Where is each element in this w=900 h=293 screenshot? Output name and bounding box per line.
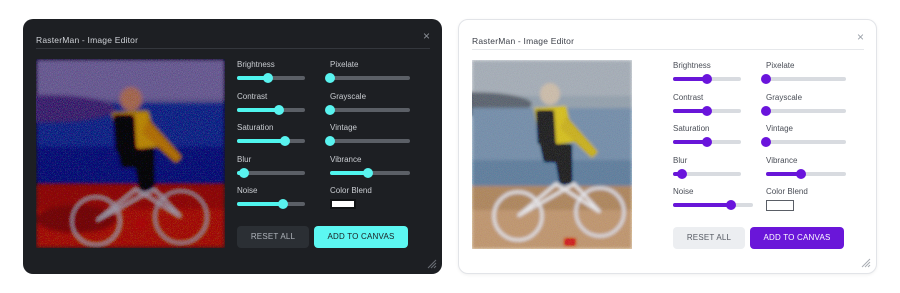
vibrance-label: Vibrance — [766, 156, 798, 165]
blur-control: Blur — [673, 156, 741, 179]
grayscale-control: Grayscale — [325, 92, 410, 115]
title-divider — [472, 49, 864, 50]
noise-label: Noise — [673, 187, 694, 196]
contrast-fill — [237, 108, 280, 112]
blur-label: Blur — [237, 155, 252, 164]
brightness-slider[interactable] — [237, 73, 305, 83]
contrast-label: Contrast — [673, 93, 704, 102]
color-blend-swatch[interactable] — [766, 200, 794, 211]
pixelate-label: Pixelate — [330, 60, 359, 69]
blur-control: Blur — [237, 155, 305, 178]
vintage-handle[interactable] — [325, 136, 335, 146]
brightness-control: Brightness — [673, 61, 741, 84]
window-title: RasterMan - Image Editor — [36, 35, 139, 45]
saturation-slider[interactable] — [237, 136, 305, 146]
pixelate-label: Pixelate — [766, 61, 795, 70]
blur-handle[interactable] — [238, 168, 249, 178]
noise-slider[interactable] — [237, 199, 305, 209]
noise-fill — [673, 203, 732, 207]
image-preview — [36, 59, 225, 248]
grayscale-slider[interactable] — [761, 106, 846, 116]
color-blend-control: Color Blend — [330, 186, 410, 209]
color-blend-label: Color Blend — [330, 186, 372, 195]
brightness-slider[interactable] — [673, 74, 741, 84]
saturation-control: Saturation — [673, 124, 741, 147]
image-editor-light: RasterMan - Image Editor × Brightness Pi… — [458, 19, 877, 274]
pixelate-handle[interactable] — [325, 73, 335, 83]
noise-label: Noise — [237, 186, 258, 195]
resize-grip-icon[interactable] — [861, 258, 871, 268]
brightness-handle[interactable] — [702, 74, 712, 84]
vibrance-slider[interactable] — [766, 169, 846, 179]
grayscale-handle[interactable] — [325, 105, 335, 115]
image-preview — [472, 60, 661, 249]
vintage-handle[interactable] — [761, 137, 771, 147]
vintage-slider[interactable] — [325, 136, 410, 146]
saturation-control: Saturation — [237, 123, 305, 146]
noise-control: Noise — [673, 187, 753, 210]
vibrance-handle[interactable] — [796, 169, 807, 179]
add-to-canvas-button[interactable]: ADD TO CANVAS — [750, 227, 844, 249]
close-icon[interactable]: × — [857, 31, 864, 43]
brightness-label: Brightness — [673, 61, 711, 70]
contrast-slider[interactable] — [237, 105, 305, 115]
contrast-label: Contrast — [237, 92, 268, 101]
vintage-label: Vintage — [330, 123, 357, 132]
brightness-control: Brightness — [237, 60, 305, 83]
grayscale-control: Grayscale — [761, 93, 846, 116]
blur-label: Blur — [673, 156, 688, 165]
vintage-control: Vintage — [761, 124, 846, 147]
contrast-control: Contrast — [237, 92, 305, 115]
contrast-handle[interactable] — [274, 105, 285, 115]
title-divider — [36, 48, 430, 49]
saturation-handle[interactable] — [702, 137, 712, 147]
vibrance-control: Vibrance — [766, 156, 846, 179]
saturation-slider[interactable] — [673, 137, 741, 147]
color-blend-swatch[interactable] — [330, 199, 356, 209]
contrast-handle[interactable] — [702, 106, 712, 116]
contrast-control: Contrast — [673, 93, 741, 116]
pixelate-handle[interactable] — [761, 74, 771, 84]
brightness-handle[interactable] — [262, 73, 273, 83]
contrast-slider[interactable] — [673, 106, 741, 116]
reset-all-button[interactable]: RESET ALL — [237, 226, 309, 248]
saturation-label: Saturation — [673, 124, 710, 133]
vintage-control: Vintage — [325, 123, 410, 146]
grayscale-label: Grayscale — [766, 93, 803, 102]
vibrance-control: Vibrance — [330, 155, 410, 178]
pixelate-control: Pixelate — [325, 60, 410, 83]
blur-slider[interactable] — [237, 168, 305, 178]
blur-handle[interactable] — [676, 169, 687, 179]
noise-control: Noise — [237, 186, 305, 209]
pixelate-control: Pixelate — [761, 61, 846, 84]
noise-handle[interactable] — [278, 199, 289, 209]
grayscale-handle[interactable] — [761, 106, 771, 116]
window-title: RasterMan - Image Editor — [472, 36, 575, 46]
reset-all-button[interactable]: RESET ALL — [673, 227, 745, 249]
saturation-handle[interactable] — [279, 136, 290, 146]
close-icon[interactable]: × — [423, 30, 430, 42]
color-blend-control: Color Blend — [766, 187, 846, 211]
saturation-fill — [237, 139, 285, 143]
grayscale-slider[interactable] — [325, 105, 410, 115]
vibrance-slider[interactable] — [330, 168, 410, 178]
vintage-label: Vintage — [766, 124, 793, 133]
saturation-label: Saturation — [237, 123, 274, 132]
pixelate-slider[interactable] — [325, 73, 410, 83]
resize-grip-icon[interactable] — [427, 259, 437, 269]
noise-fill — [237, 202, 284, 206]
color-blend-label: Color Blend — [766, 187, 808, 196]
vintage-slider[interactable] — [761, 137, 846, 147]
brightness-label: Brightness — [237, 60, 275, 69]
vibrance-label: Vibrance — [330, 155, 362, 164]
grayscale-label: Grayscale — [330, 92, 367, 101]
noise-handle[interactable] — [726, 200, 737, 210]
noise-slider[interactable] — [673, 200, 753, 210]
blur-slider[interactable] — [673, 169, 741, 179]
image-editor-dark: RasterMan - Image Editor × Brightness Pi… — [23, 19, 442, 274]
pixelate-slider[interactable] — [761, 74, 846, 84]
add-to-canvas-button[interactable]: ADD TO CANVAS — [314, 226, 408, 248]
vibrance-handle[interactable] — [363, 168, 374, 178]
